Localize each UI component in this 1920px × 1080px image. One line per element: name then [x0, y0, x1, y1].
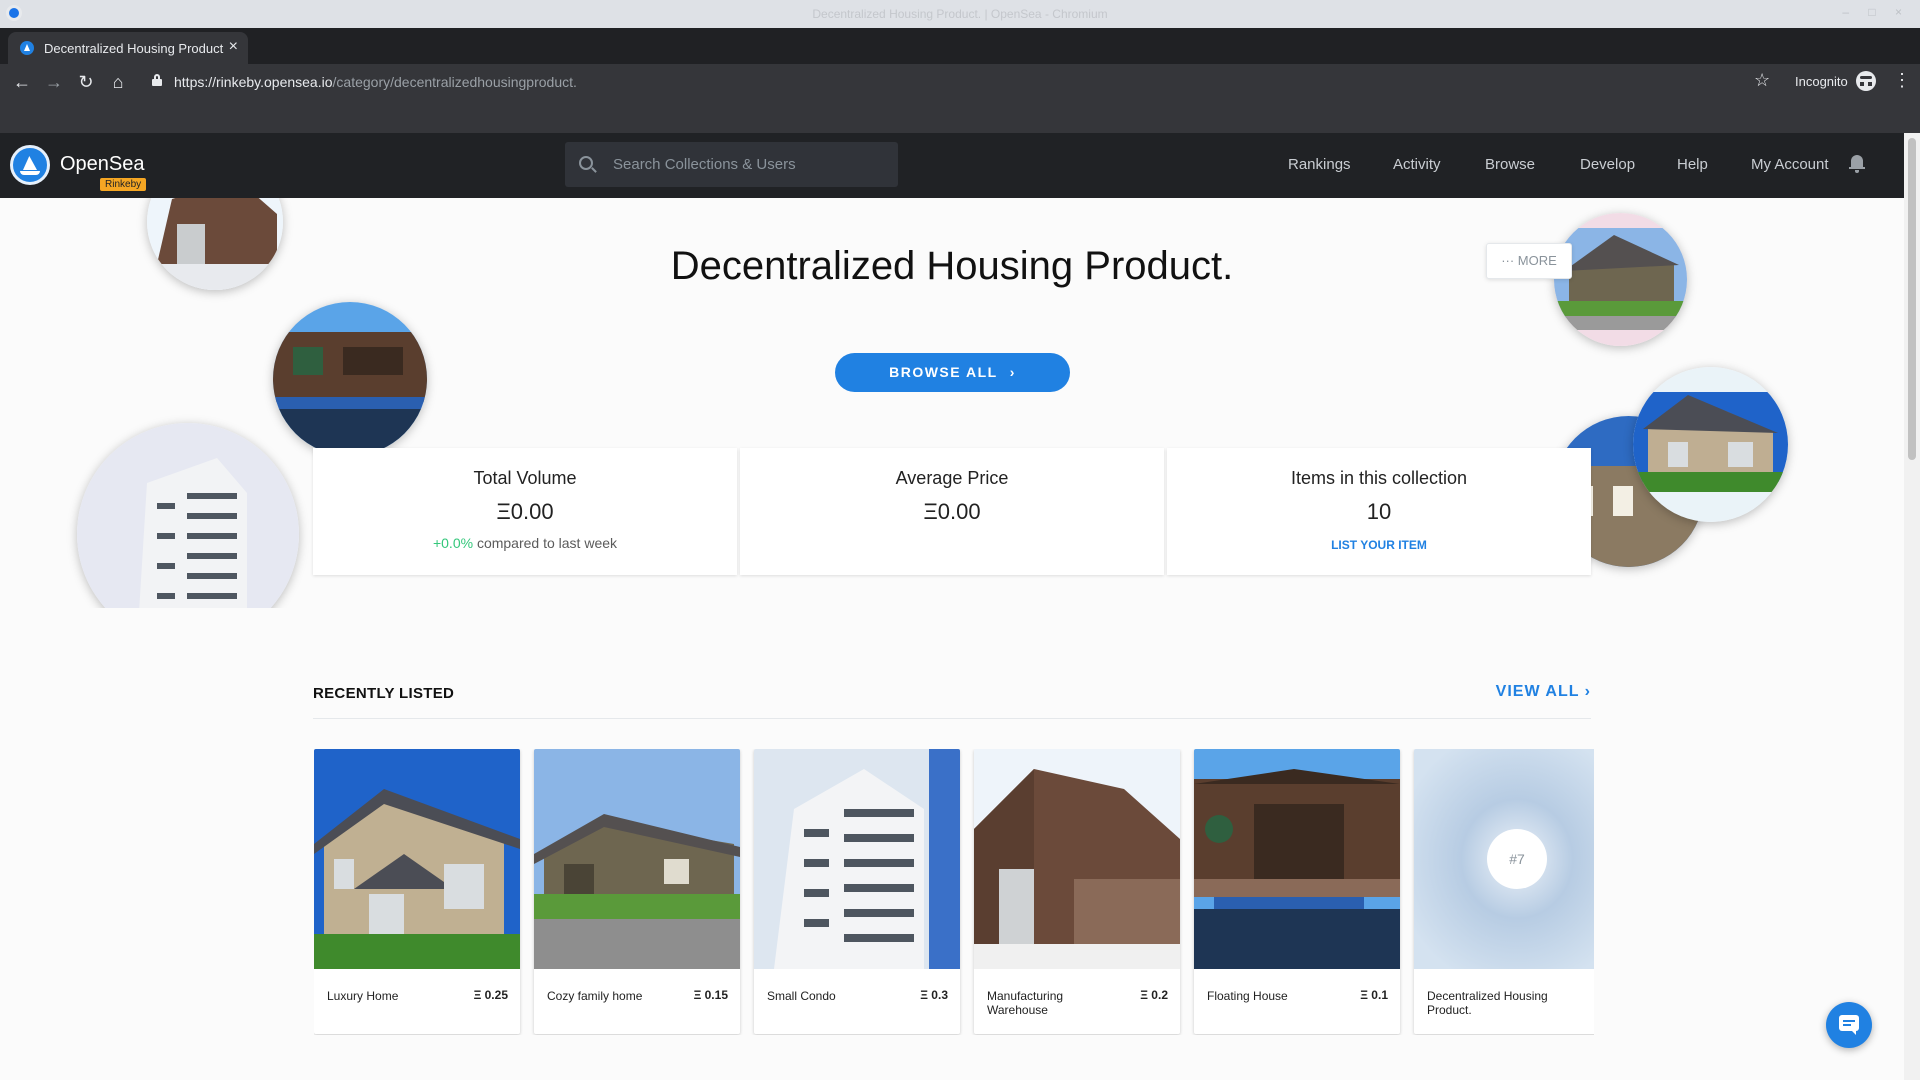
- collection-stats: Total Volume Ξ0.00 +0.0% compared to las…: [313, 448, 1591, 575]
- placeholder-number: #7: [1509, 851, 1525, 867]
- browser-toolbar: ← → ↻ ⌂ https://rinkeby.opensea.io/categ…: [0, 64, 1920, 100]
- asset-card[interactable]: Manufacturing Warehouse Ξ 0.2: [974, 749, 1180, 1034]
- tab-close-icon[interactable]: ×: [229, 38, 238, 56]
- home-icon[interactable]: ⌂: [106, 70, 130, 94]
- browser-menu-icon[interactable]: ⋮: [1893, 70, 1911, 91]
- incognito-icon[interactable]: [1856, 71, 1876, 91]
- browse-all-label: BROWSE ALL: [889, 364, 998, 380]
- lock-icon: [152, 74, 162, 86]
- back-arrow-icon[interactable]: ←: [10, 70, 34, 94]
- asset-price: Ξ 0.25: [473, 988, 508, 1002]
- search-input[interactable]: [613, 154, 883, 174]
- stat-change: +0.0% compared to last week: [432, 535, 618, 551]
- stat-label: Total Volume: [473, 468, 577, 488]
- nav-rankings[interactable]: Rankings: [1288, 156, 1351, 173]
- hero-bubble-condo: [77, 423, 299, 608]
- window-titlebar: Decentralized Housing Product. | OpenSea…: [0, 0, 1920, 28]
- search-box[interactable]: [565, 142, 898, 187]
- site-navbar: OpenSea Rinkeby Rankings Activity Browse…: [0, 133, 1904, 198]
- window-controls[interactable]: – □ ×: [1842, 5, 1910, 19]
- collection-title: Decentralized Housing Product.: [670, 244, 1234, 288]
- tab-title: Decentralized Housing Product.: [44, 41, 224, 56]
- nav-my-account[interactable]: My Account: [1751, 156, 1829, 173]
- window-title: Decentralized Housing Product. | OpenSea…: [812, 7, 1108, 21]
- chevron-right-icon: ›: [1009, 364, 1016, 380]
- stat-value: Ξ0.00: [496, 499, 554, 524]
- chat-support-button[interactable]: [1826, 1002, 1872, 1048]
- stat-average-price: Average Price Ξ0.00: [740, 448, 1164, 575]
- asset-name: Cozy family home: [547, 989, 643, 1003]
- recently-listed-grid: Luxury Home Ξ 0.25 Cozy family home Ξ 0.…: [314, 749, 1594, 1035]
- asset-image: [754, 749, 960, 969]
- asset-card[interactable]: Luxury Home Ξ 0.25: [314, 749, 520, 1034]
- asset-image: [314, 749, 520, 969]
- section-title: RECENTLY LISTED: [313, 685, 455, 702]
- list-your-item-link[interactable]: LIST YOUR ITEM: [1167, 538, 1591, 552]
- nav-activity[interactable]: Activity: [1393, 156, 1441, 173]
- bookmark-star-icon[interactable]: ☆: [1754, 70, 1770, 91]
- scrollbar-thumb[interactable]: [1908, 138, 1916, 460]
- chat-icon: [1839, 1015, 1859, 1035]
- toolbar-spacer: [0, 100, 1920, 133]
- stat-value: 10: [1366, 499, 1392, 524]
- hero-bubble-luxury-home: [1633, 367, 1788, 522]
- asset-price: Ξ 0.2: [1140, 988, 1168, 1002]
- notification-bell-icon[interactable]: [1849, 155, 1865, 173]
- reload-icon[interactable]: ↻: [74, 70, 98, 94]
- asset-card[interactable]: Floating House Ξ 0.1: [1194, 749, 1400, 1034]
- opensea-favicon-icon: [20, 41, 34, 55]
- asset-price: Ξ 0.15: [693, 988, 728, 1002]
- asset-card[interactable]: #7 Decentralized Housing Product.: [1414, 749, 1594, 1034]
- chevron-right-icon: ›: [1584, 683, 1591, 700]
- address-bar[interactable]: https://rinkeby.opensea.io/category/dece…: [140, 66, 1760, 98]
- nav-develop[interactable]: Develop: [1580, 156, 1635, 173]
- url-text[interactable]: https://rinkeby.opensea.io/category/dece…: [174, 74, 577, 90]
- stat-label: Items in this collection: [1290, 468, 1468, 488]
- recently-listed-header: RECENTLY LISTED VIEW ALL ›: [313, 675, 1591, 719]
- more-button[interactable]: ··· MORE: [1486, 243, 1572, 279]
- search-icon: [579, 156, 593, 170]
- page-scrollbar[interactable]: [1904, 133, 1920, 1080]
- site-brand[interactable]: OpenSea: [60, 153, 145, 176]
- asset-name: Luxury Home: [327, 989, 399, 1003]
- stat-total-volume: Total Volume Ξ0.00 +0.0% compared to las…: [313, 448, 737, 575]
- browser-tab[interactable]: Decentralized Housing Product. ×: [8, 32, 248, 64]
- tab-strip: Decentralized Housing Product. × +: [0, 28, 1920, 82]
- asset-card[interactable]: Cozy family home Ξ 0.15: [534, 749, 740, 1034]
- hero-bubble-floating-house: [273, 302, 427, 456]
- browse-all-button[interactable]: BROWSE ALL ›: [835, 353, 1070, 392]
- asset-price: Ξ 0.3: [920, 988, 948, 1002]
- asset-name: Decentralized Housing Product.: [1427, 989, 1548, 1017]
- network-badge: Rinkeby: [100, 178, 147, 191]
- asset-card[interactable]: Small Condo Ξ 0.3: [754, 749, 960, 1034]
- asset-price: Ξ 0.1: [1360, 988, 1388, 1002]
- asset-image: [534, 749, 740, 969]
- stat-items: Items in this collection 10 LIST YOUR IT…: [1167, 448, 1591, 575]
- asset-image: [1194, 749, 1400, 969]
- nav-help[interactable]: Help: [1677, 156, 1708, 173]
- asset-name: Small Condo: [767, 989, 836, 1003]
- stat-value: Ξ0.00: [923, 499, 981, 524]
- view-all-link[interactable]: VIEW ALL ›: [1496, 683, 1591, 701]
- opensea-logo-icon[interactable]: [10, 145, 50, 185]
- asset-name: Floating House: [1207, 989, 1288, 1003]
- nav-browse[interactable]: Browse: [1485, 156, 1535, 173]
- incognito-label: Incognito: [1795, 74, 1848, 89]
- stat-label: Average Price: [895, 468, 1009, 488]
- forward-arrow-icon[interactable]: →: [42, 70, 66, 94]
- asset-name: Manufacturing Warehouse: [987, 989, 1064, 1017]
- asset-image: [974, 749, 1180, 969]
